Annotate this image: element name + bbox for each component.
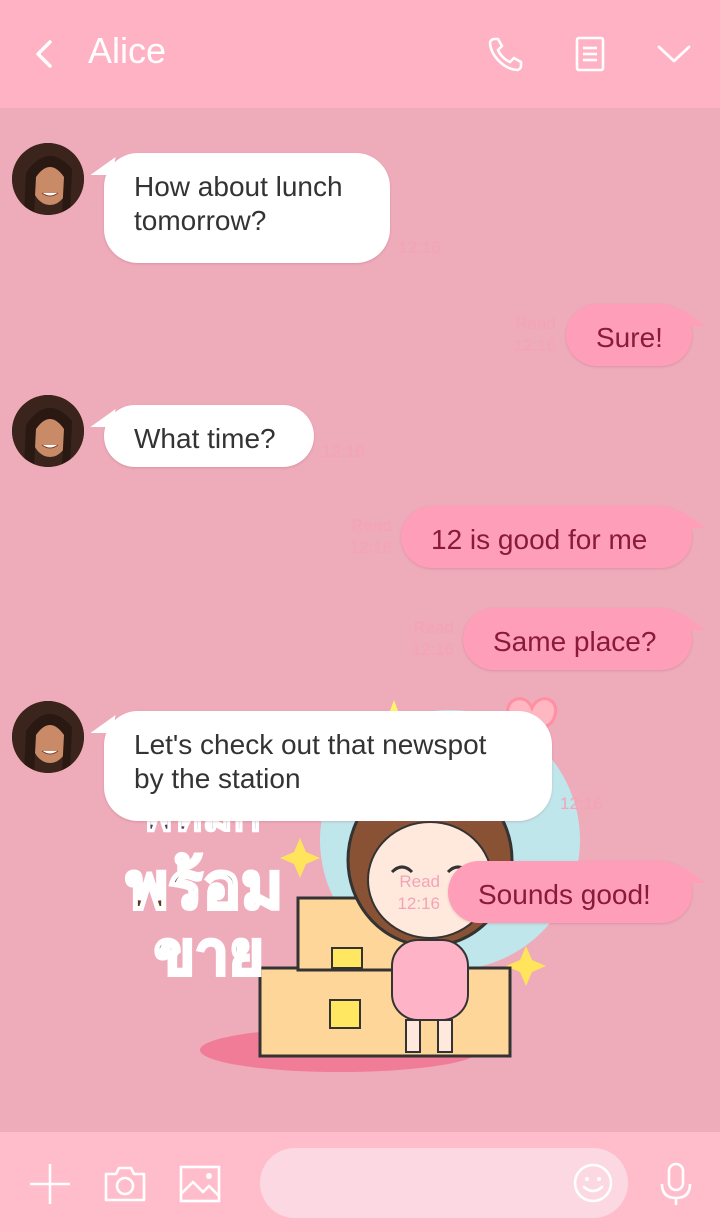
incoming-message-bubble[interactable]: What time?: [104, 405, 314, 467]
outgoing-message-bubble[interactable]: Sounds good!: [448, 861, 692, 923]
message-time: 12:16: [349, 538, 392, 557]
chat-area[interactable]: พหมก พร้อม ขาย How about lunch tomorrow?…: [0, 108, 720, 1132]
read-receipt: Read: [515, 314, 556, 333]
image-icon[interactable]: [178, 1162, 222, 1206]
plus-icon[interactable]: [28, 1162, 72, 1206]
phone-icon[interactable]: [486, 34, 526, 74]
message-time: 12:16: [322, 442, 365, 461]
outgoing-message-bubble[interactable]: 12 is good for me: [401, 506, 692, 568]
message-time: 12:16: [411, 640, 454, 659]
sticker-text-line2: พร้อม: [126, 850, 283, 924]
chat-header: Alice: [0, 0, 720, 108]
message-text: Let's check out that newspot: [134, 729, 487, 760]
incoming-message-bubble[interactable]: Let's check out that newspot by the stat…: [104, 711, 552, 821]
chevron-down-icon[interactable]: [654, 34, 694, 74]
message-text: Sure!: [596, 322, 663, 353]
camera-icon[interactable]: [103, 1162, 147, 1206]
message-text: tomorrow?: [134, 205, 267, 236]
smiley-icon[interactable]: [572, 1162, 614, 1204]
incoming-message-bubble[interactable]: How about lunch tomorrow?: [104, 153, 390, 263]
sticker-text-line3: ขาย: [154, 919, 264, 989]
message-text: Same place?: [493, 626, 657, 657]
message-time: 12:16: [513, 336, 556, 355]
chat-title: Alice: [88, 30, 167, 71]
outgoing-message-bubble[interactable]: Sure!: [566, 304, 692, 366]
message-time: 12:16: [397, 894, 440, 913]
message-text: by the station: [134, 763, 301, 794]
message-text: What time?: [134, 423, 276, 454]
message-time: 12:16: [398, 238, 441, 257]
read-receipt: Read: [351, 516, 392, 535]
contact-avatar[interactable]: [12, 143, 84, 215]
composer-bar: [0, 1132, 720, 1232]
message-time: 12:16: [560, 794, 603, 813]
message-text: How about lunch: [134, 171, 343, 202]
read-receipt: Read: [413, 618, 454, 637]
message-text: 12 is good for me: [431, 524, 648, 555]
avatar-portrait-icon: [12, 143, 84, 215]
outgoing-message-bubble[interactable]: Same place?: [463, 608, 692, 670]
contact-avatar[interactable]: [12, 701, 84, 773]
contact-avatar[interactable]: [12, 395, 84, 467]
notes-icon[interactable]: [570, 34, 610, 74]
read-receipt: Read: [399, 872, 440, 891]
message-text: Sounds good!: [478, 879, 651, 910]
back-chevron-icon[interactable]: [28, 36, 58, 72]
microphone-icon[interactable]: [654, 1162, 698, 1206]
avatar-portrait-icon: [12, 701, 84, 773]
avatar-portrait-icon: [12, 395, 84, 467]
